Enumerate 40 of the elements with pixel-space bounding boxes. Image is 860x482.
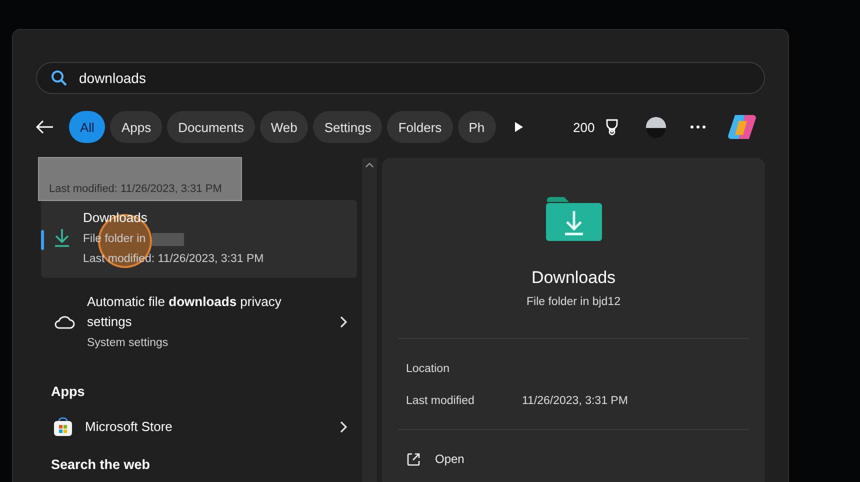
result-subtitle: System settings	[87, 336, 170, 351]
filter-tab[interactable]: Settings	[313, 111, 382, 143]
open-external-icon	[406, 452, 421, 466]
result-title: Microsoft Store	[85, 418, 174, 436]
result-detail: Last modified: 11/26/2023, 3:31 PM	[83, 252, 265, 267]
selection-indicator	[41, 230, 44, 250]
filter-tab[interactable]: All	[69, 111, 106, 143]
filter-tab[interactable]: Documents	[167, 111, 255, 143]
scrollbar[interactable]	[362, 158, 377, 482]
chevron-right-icon	[339, 421, 347, 433]
filter-tab[interactable]: Ph	[458, 111, 496, 143]
redacted-block	[152, 233, 184, 246]
result-item[interactable]: Microsoft Store	[41, 407, 357, 447]
folder-download-icon	[544, 196, 602, 242]
search-field[interactable]: downloads	[36, 62, 765, 94]
cloud-icon	[53, 314, 75, 330]
search-icon	[51, 70, 67, 86]
points-count: 200	[573, 120, 595, 134]
download-icon	[53, 228, 71, 248]
filter-tab[interactable]: Apps	[110, 111, 162, 143]
detail-label: Last modified	[406, 395, 476, 407]
result-item[interactable]: Automatic file downloads privacy settings System settings	[41, 278, 357, 362]
chevron-right-icon	[339, 316, 347, 328]
avatar-icon[interactable]	[644, 116, 667, 138]
section-heading: Search the web	[50, 456, 152, 472]
detail-label: Location	[406, 363, 450, 375]
detail-value: 11/26/2023, 3:31 PM	[522, 395, 628, 407]
filter-tab[interactable]: Web	[260, 111, 308, 143]
drag-preview-text: Last modified: 11/26/2023, 3:31 PM	[49, 183, 223, 195]
more-icon[interactable]	[690, 125, 706, 129]
preview-subtitle: File folder in bjd12	[526, 296, 620, 308]
store-icon	[53, 417, 73, 437]
section-heading: Apps	[50, 383, 86, 401]
scroll-up-icon[interactable]	[365, 162, 374, 168]
filter-tab[interactable]: Folders	[387, 111, 453, 143]
open-button[interactable]: Open	[398, 444, 749, 474]
back-button[interactable]	[36, 120, 54, 134]
scroll-right-button[interactable]	[514, 121, 524, 133]
preview-title: Downloads	[531, 268, 616, 288]
result-title: Automatic file downloads privacy settings	[87, 293, 282, 331]
